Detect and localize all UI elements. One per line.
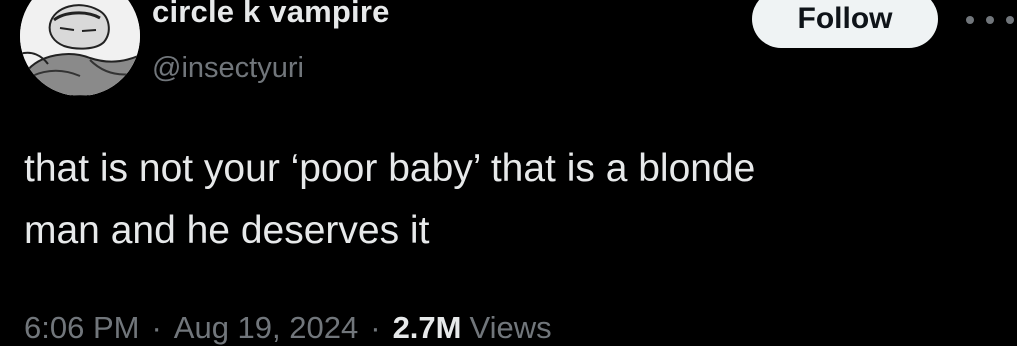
dot <box>1006 16 1014 24</box>
tweet-meta: 6:06 PM · Aug 19, 2024 · 2.7M Views <box>24 310 552 346</box>
avatar[interactable] <box>20 0 140 96</box>
avatar-image <box>20 0 140 96</box>
dot <box>986 16 994 24</box>
display-name[interactable]: circle k vampire <box>152 0 390 30</box>
tweet-date[interactable]: Aug 19, 2024 <box>174 310 358 346</box>
more-horizontal-icon[interactable] <box>966 10 1014 30</box>
meta-separator: · <box>151 310 162 345</box>
dot <box>966 16 974 24</box>
meta-separator: · <box>370 310 381 345</box>
tweet-time[interactable]: 6:06 PM <box>24 310 139 346</box>
views-label: Views <box>469 310 552 345</box>
user-handle[interactable]: @insectyuri <box>152 52 304 85</box>
tweet-text: that is not your ‘poor baby’ that is a b… <box>24 147 756 252</box>
views-count: 2.7M <box>392 310 462 345</box>
follow-button[interactable]: Follow <box>752 0 938 48</box>
tweet-card: circle k vampire @insectyuri Follow that… <box>0 0 1017 345</box>
